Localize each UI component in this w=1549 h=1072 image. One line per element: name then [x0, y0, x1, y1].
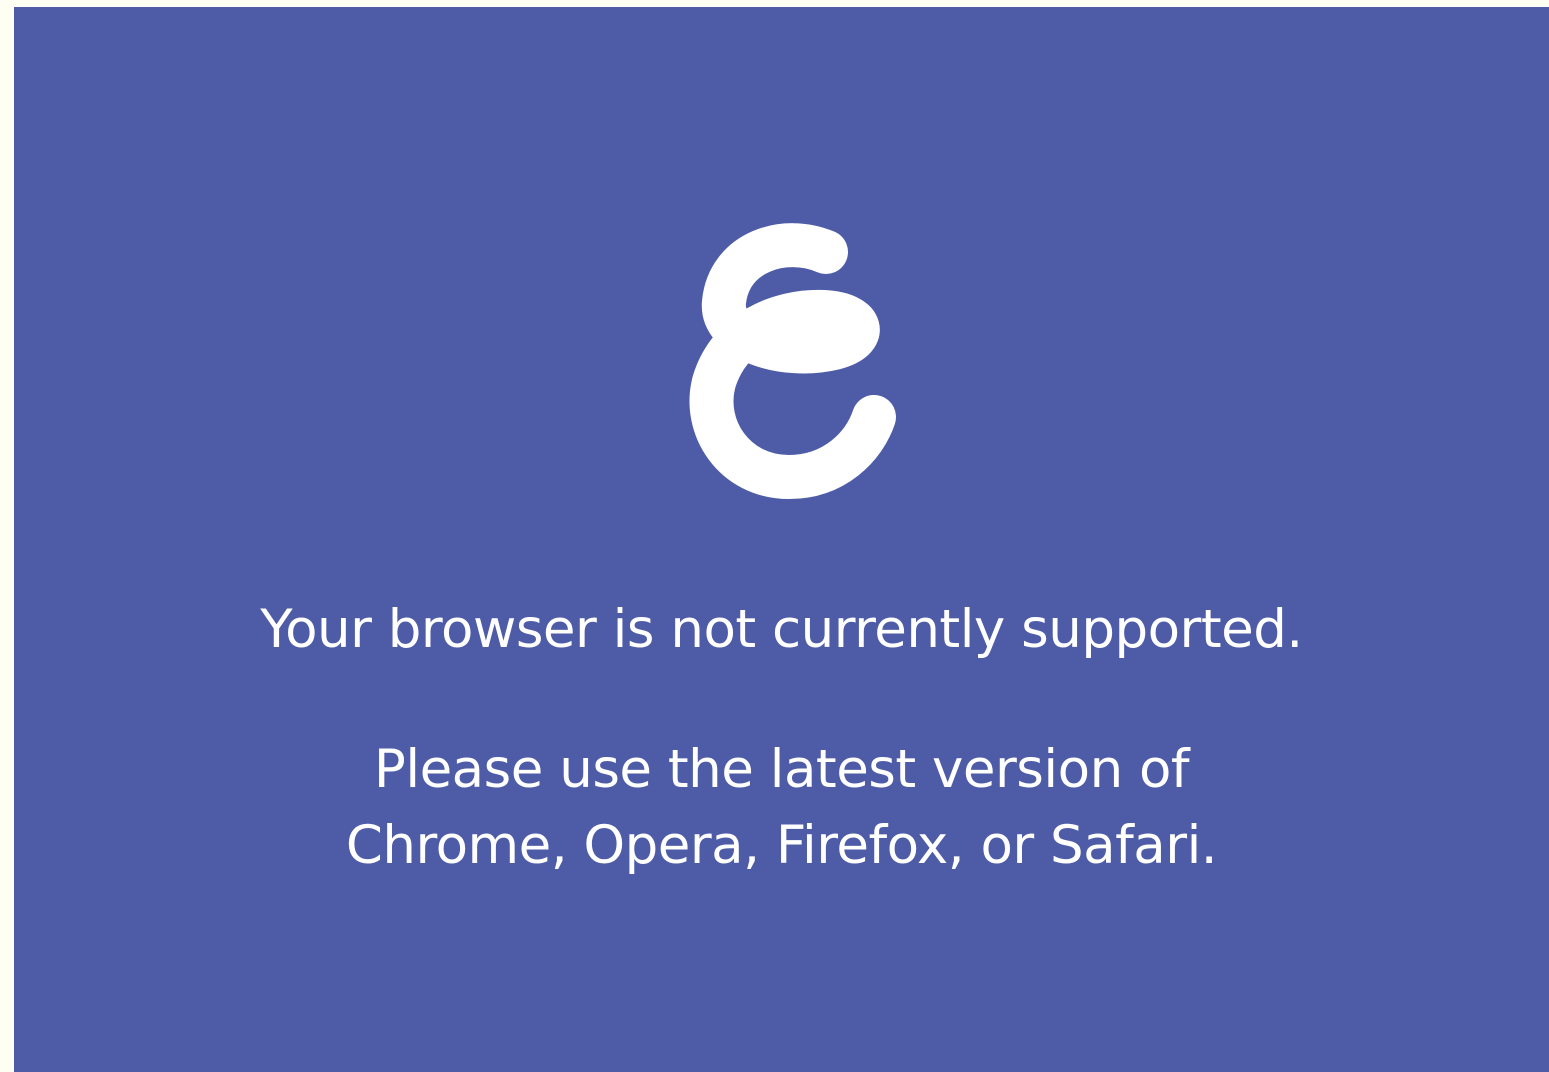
- unsupported-browser-headline: Your browser is not currently supported.: [260, 599, 1303, 660]
- unsupported-browser-panel: Your browser is not currently supported.…: [14, 7, 1549, 1072]
- swirl-e-logo-icon: [689, 223, 896, 499]
- instruction-line-1: Please use the latest version of: [373, 739, 1190, 800]
- supported-browsers-instruction: Please use the latest version of Chrome,…: [14, 732, 1549, 884]
- instruction-line-2: Chrome, Opera, Firefox, or Safari.: [345, 815, 1218, 876]
